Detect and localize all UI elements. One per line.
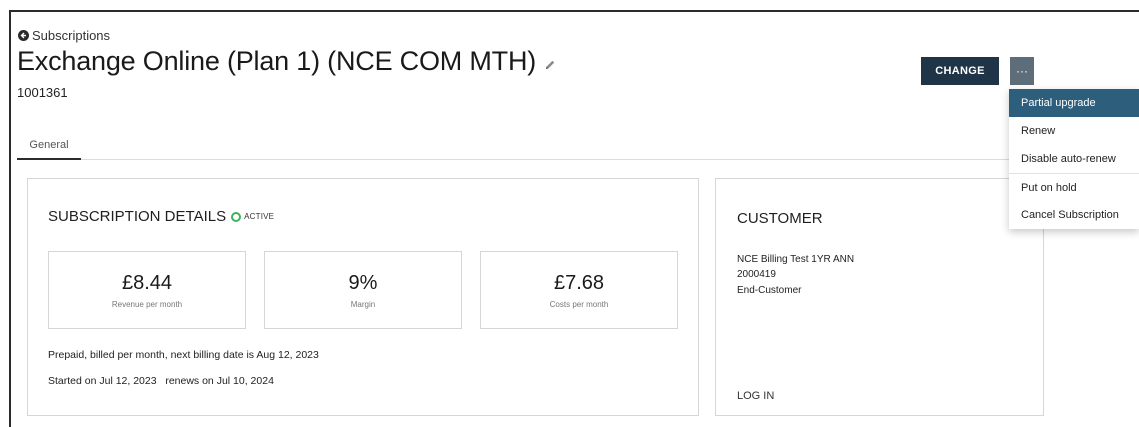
stat-revenue: £8.44 Revenue per month: [48, 251, 246, 329]
stat-margin-label: Margin: [350, 300, 376, 309]
pencil-icon[interactable]: [544, 59, 556, 71]
subscription-details-heading: SUBSCRIPTION DETAILS ACTIVE: [48, 208, 274, 225]
tab-general[interactable]: General: [17, 137, 81, 160]
subscription-id: 1001361: [17, 85, 68, 100]
more-actions-button[interactable]: ···: [1010, 57, 1034, 85]
login-link[interactable]: LOG IN: [737, 390, 774, 402]
circle-arrow-left-icon: [18, 30, 29, 41]
stat-costs-value: £7.68: [553, 272, 605, 294]
actions-dropdown-menu: Partial upgrade Renew Disable auto-renew…: [1009, 89, 1139, 229]
stat-revenue-label: Revenue per month: [111, 300, 183, 309]
status-badge: ACTIVE: [244, 212, 275, 221]
stat-costs: £7.68 Costs per month: [480, 251, 678, 329]
tab-bar: General: [17, 137, 1027, 160]
ellipsis-icon: ···: [1016, 64, 1028, 78]
stat-margin: 9% Margin: [264, 251, 462, 329]
customer-heading: CUSTOMER: [737, 210, 823, 227]
ring-status-icon: [231, 211, 242, 222]
menu-item-put-on-hold[interactable]: Put on hold: [1009, 173, 1139, 201]
term-info: Started on Jul 12, 2023 renews on Jul 10…: [48, 375, 274, 387]
page-title-row: Exchange Online (Plan 1) (NCE COM MTH): [17, 46, 556, 77]
subscription-details-card: SUBSCRIPTION DETAILS ACTIVE £8.44 Revenu…: [27, 178, 699, 416]
stat-revenue-value: £8.44: [121, 272, 173, 294]
menu-item-cancel-subscription[interactable]: Cancel Subscription: [1009, 201, 1139, 229]
menu-item-disable-auto-renew[interactable]: Disable auto-renew: [1009, 145, 1139, 173]
customer-id: 2000419: [737, 269, 776, 280]
page-title: Exchange Online (Plan 1) (NCE COM MTH): [17, 46, 537, 76]
billing-info: Prepaid, billed per month, next billing …: [48, 349, 319, 361]
customer-card: CUSTOMER NCE Billing Test 1YR ANN 200041…: [715, 178, 1044, 416]
stat-costs-label: Costs per month: [549, 300, 609, 309]
customer-name: NCE Billing Test 1YR ANN: [737, 254, 855, 265]
menu-item-partial-upgrade[interactable]: Partial upgrade: [1009, 89, 1139, 117]
back-link-label: Subscriptions: [32, 28, 111, 43]
menu-item-renew[interactable]: Renew: [1009, 117, 1139, 145]
back-to-subscriptions-link[interactable]: Subscriptions: [18, 28, 110, 43]
stat-margin-value: 9%: [348, 272, 378, 294]
subscription-details-title: SUBSCRIPTION DETAILS: [48, 208, 227, 225]
customer-type: End-Customer: [737, 285, 802, 296]
change-button[interactable]: CHANGE: [921, 57, 999, 85]
